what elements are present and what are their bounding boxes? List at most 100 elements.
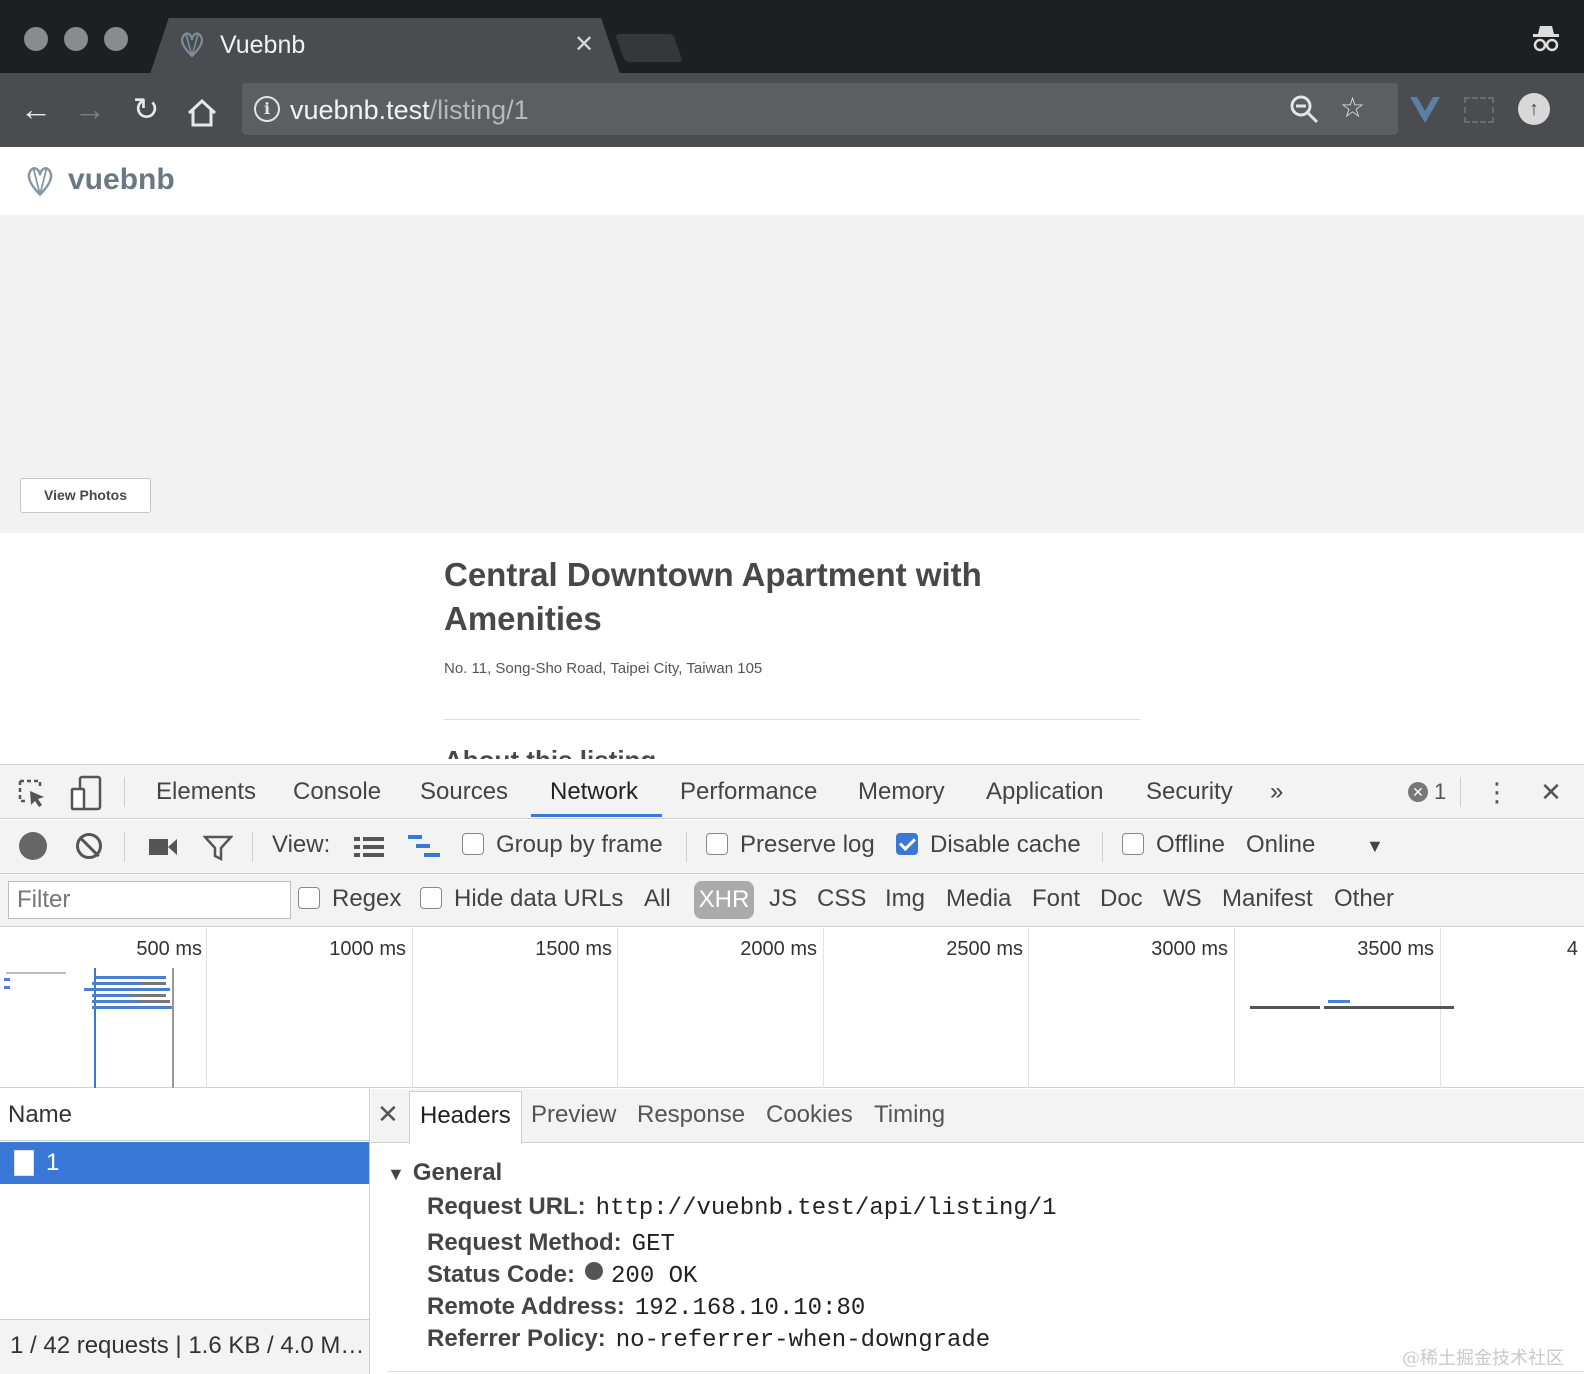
waterfall-bar — [1328, 1000, 1350, 1003]
close-tab-icon[interactable]: ✕ — [574, 30, 594, 59]
waterfall-bar — [4, 986, 10, 989]
waterfall-bar — [84, 988, 170, 991]
filter-js[interactable]: JS — [769, 885, 797, 913]
status-dot-icon — [585, 1262, 604, 1280]
tab-title: Vuebnb — [220, 31, 306, 59]
filter-media[interactable]: Media — [946, 885, 1011, 913]
filter-manifest[interactable]: Manifest — [1222, 885, 1313, 913]
hero-image: View Photos — [0, 215, 1584, 533]
general-section-toggle[interactable]: ▼ General — [387, 1159, 502, 1187]
filter-funnel-icon[interactable] — [203, 834, 233, 862]
tab-sources[interactable]: Sources — [420, 778, 508, 806]
group-by-frame-checkbox[interactable]: Group by frame — [462, 831, 663, 859]
tab-timing[interactable]: Timing — [874, 1101, 945, 1129]
devtools-panel: Elements Console Sources Network Perform… — [0, 764, 1584, 1374]
separator — [1460, 777, 1461, 807]
preserve-log-checkbox[interactable]: Preserve log — [706, 831, 875, 859]
view-photos-button[interactable]: View Photos — [20, 478, 151, 513]
close-details-icon[interactable]: ✕ — [377, 1099, 399, 1130]
extension-icon[interactable] — [1464, 97, 1494, 123]
tab-headers[interactable]: Headers — [409, 1091, 522, 1144]
tab-security[interactable]: Security — [1146, 778, 1233, 806]
throttling-select[interactable]: Online — [1246, 831, 1315, 859]
forward-arrow-icon[interactable]: → — [72, 89, 108, 129]
filter-font[interactable]: Font — [1032, 885, 1080, 913]
disable-cache-checkbox[interactable]: Disable cache — [896, 831, 1081, 859]
filter-xhr[interactable]: XHR — [694, 881, 754, 919]
url-text[interactable]: vuebnb.test/listing/1 — [290, 95, 529, 126]
waterfall-bar — [4, 978, 10, 981]
separator — [124, 777, 125, 807]
request-url-row: Request URL: http://vuebnb.test/api/listi… — [427, 1193, 1057, 1222]
filter-ws[interactable]: WS — [1163, 885, 1202, 913]
brand-name[interactable]: vuebnb — [68, 163, 175, 197]
site-info-icon[interactable]: i — [254, 96, 280, 122]
separator — [124, 832, 125, 862]
filter-img[interactable]: Img — [885, 885, 925, 913]
error-icon: ✕ — [1408, 782, 1428, 802]
minimize-window-button[interactable] — [64, 27, 88, 51]
dom-content-loaded-line — [94, 968, 96, 1088]
filter-other[interactable]: Other — [1334, 885, 1394, 913]
tab-response[interactable]: Response — [637, 1101, 745, 1129]
tab-elements[interactable]: Elements — [156, 778, 256, 806]
tab-preview[interactable]: Preview — [531, 1101, 616, 1129]
network-overview-timeline[interactable]: 500 ms 1000 ms 1500 ms 2000 ms 2500 ms 3… — [0, 928, 1584, 1088]
chevron-down-icon[interactable]: ▼ — [1366, 836, 1384, 857]
incognito-icon — [1533, 26, 1559, 52]
tab-network[interactable]: Network — [550, 778, 638, 806]
timeline-tick: 2000 ms — [740, 938, 817, 960]
bookmark-star-icon[interactable]: ☆ — [1340, 91, 1365, 124]
load-event-line — [172, 968, 174, 1088]
close-devtools-icon[interactable]: ✕ — [1534, 775, 1568, 809]
timeline-tick: 1000 ms — [329, 938, 406, 960]
offline-checkbox[interactable]: Offline — [1122, 831, 1225, 859]
kebab-menu-icon[interactable]: ⋮ — [1480, 775, 1514, 809]
browser-toolbar: ← → ↻ i vuebnb.test/listing/1 ☆ ↑ — [0, 73, 1584, 147]
timeline-tick: 2500 ms — [946, 938, 1023, 960]
reload-icon[interactable]: ↻ — [128, 89, 164, 129]
table-row[interactable]: 1 — [0, 1142, 369, 1184]
hide-data-urls-checkbox[interactable]: Hide data URLs — [420, 885, 623, 913]
regex-checkbox[interactable]: Regex — [298, 885, 401, 913]
tab-console[interactable]: Console — [293, 778, 381, 806]
error-count-badge[interactable]: ✕ 1 — [1408, 779, 1446, 805]
back-arrow-icon[interactable]: ← — [18, 89, 54, 129]
waterfall-bar — [1250, 1006, 1320, 1009]
tab-cookies[interactable]: Cookies — [766, 1101, 853, 1129]
timeline-tick: 3500 ms — [1357, 938, 1434, 960]
large-rows-icon[interactable] — [354, 836, 384, 858]
device-toolbar-icon[interactable] — [70, 775, 104, 811]
tab-application[interactable]: Application — [986, 778, 1103, 806]
tab-memory[interactable]: Memory — [858, 778, 945, 806]
home-icon[interactable] — [184, 93, 220, 133]
waterfall-bar — [140, 982, 166, 985]
new-tab-button[interactable] — [614, 34, 684, 62]
listing-title: Central Downtown Apartment with Amenitie… — [444, 556, 982, 637]
filter-css[interactable]: CSS — [817, 885, 866, 913]
close-window-button[interactable] — [24, 27, 48, 51]
grid-line — [1028, 928, 1029, 1088]
update-icon[interactable]: ↑ — [1518, 93, 1550, 125]
tab-performance[interactable]: Performance — [680, 778, 817, 806]
name-column-header[interactable]: Name — [0, 1089, 370, 1141]
waterfall-bar — [1324, 1006, 1454, 1009]
address-bar[interactable]: i vuebnb.test/listing/1 ☆ — [242, 83, 1398, 135]
clear-icon[interactable] — [76, 833, 102, 859]
more-tabs-icon[interactable]: » — [1270, 778, 1283, 806]
filter-all[interactable]: All — [644, 885, 671, 913]
screenshot-camera-icon[interactable] — [148, 836, 178, 858]
document-icon — [14, 1150, 34, 1176]
filter-doc[interactable]: Doc — [1100, 885, 1143, 913]
inspect-element-icon[interactable] — [16, 777, 48, 809]
filter-input[interactable] — [8, 881, 291, 919]
maximize-window-button[interactable] — [104, 27, 128, 51]
active-tab-indicator — [531, 814, 662, 817]
vuebnb-logo-icon[interactable] — [22, 161, 58, 199]
vue-devtools-extension-icon[interactable] — [1408, 95, 1442, 125]
zoom-icon[interactable] — [1288, 93, 1320, 125]
waterfall-overview-icon[interactable] — [408, 834, 442, 860]
waterfall-bar — [132, 994, 166, 997]
record-icon[interactable] — [19, 832, 47, 860]
browser-titlebar: Vuebnb ✕ — [0, 0, 1584, 74]
